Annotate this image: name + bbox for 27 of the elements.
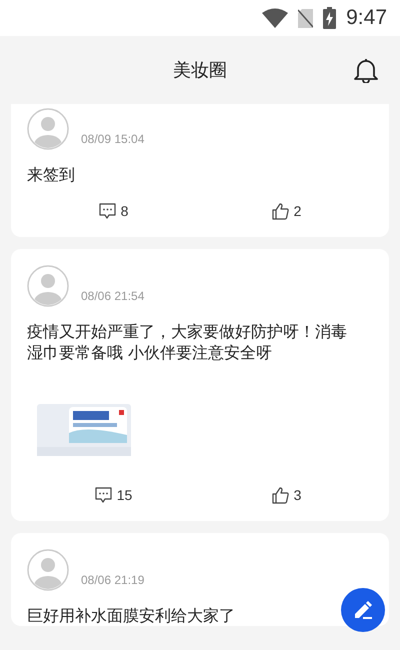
- wifi-icon: [262, 8, 288, 28]
- post-card[interactable]: 08/06 21:19 巨好用补水面膜安利给大家了: [11, 533, 389, 626]
- battery-charging-icon: [323, 7, 336, 29]
- avatar-icon: [27, 108, 69, 150]
- post-text: 疫情又开始严重了，大家要做好防护呀！消毒湿巾要常备哦 小伙伴要注意安全呀: [27, 321, 348, 363]
- post-card[interactable]: 08/06 21:54 疫情又开始严重了，大家要做好防护呀！消毒湿巾要常备哦 小伙伴要注意安全呀 15 3: [11, 249, 389, 521]
- post-time: 08/06 21:54: [81, 289, 144, 303]
- thumbs-up-icon[interactable]: [272, 486, 289, 504]
- like-count: 3: [294, 487, 302, 503]
- like-count: 2: [294, 203, 302, 219]
- clock: 9:47: [346, 6, 387, 30]
- post-time: 08/06 21:19: [81, 573, 144, 587]
- post-text: 巨好用补水面膜安利给大家了: [27, 605, 235, 626]
- post-card[interactable]: 08/09 15:04 来签到 8 2: [11, 104, 389, 237]
- page-title: 美妆圈: [173, 59, 227, 82]
- avatar-icon: [27, 549, 69, 591]
- comment-icon[interactable]: [94, 487, 112, 503]
- post-time: 08/09 15:04: [81, 132, 144, 146]
- notification-bell-icon[interactable]: [354, 58, 378, 83]
- pencil-icon: [352, 599, 374, 621]
- comment-icon[interactable]: [98, 203, 116, 219]
- post-text: 来签到: [27, 164, 75, 185]
- no-sim-icon: [298, 8, 314, 28]
- comment-count: 15: [116, 487, 132, 503]
- avatar-icon: [27, 265, 69, 307]
- comment-count: 8: [120, 203, 128, 219]
- thumbs-up-icon[interactable]: [272, 202, 289, 220]
